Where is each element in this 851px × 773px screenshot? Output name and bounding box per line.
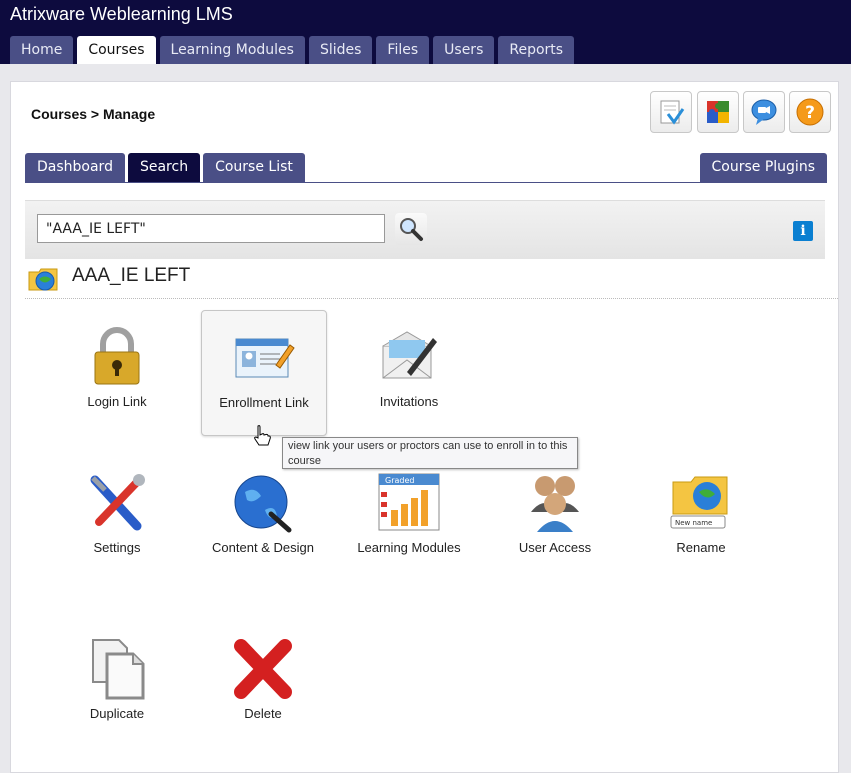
duplicate-action[interactable]: Duplicate: [55, 622, 179, 746]
settings-action[interactable]: Settings: [55, 456, 179, 580]
enrollment-tooltip: view link your users or proctors can use…: [282, 437, 578, 469]
enrollment-link-action[interactable]: Enrollment Link: [201, 310, 327, 436]
graded-label: Graded: [385, 476, 414, 485]
lock-icon: [94, 327, 140, 385]
delete-action[interactable]: Delete: [201, 622, 325, 746]
chat-button[interactable]: [743, 91, 785, 133]
info-button[interactable]: i: [793, 221, 813, 241]
tab-reports[interactable]: Reports: [498, 36, 575, 64]
puzzle-icon: [707, 101, 729, 123]
action-label: Enrollment Link: [219, 395, 309, 410]
learning-modules-action[interactable]: Graded Learning Modules: [347, 456, 471, 580]
magnifier-icon: [400, 218, 423, 241]
tab-users[interactable]: Users: [433, 36, 495, 64]
tab-files[interactable]: Files: [376, 36, 430, 64]
tab-courses[interactable]: Courses: [77, 36, 156, 64]
action-label: Duplicate: [89, 706, 145, 721]
breadcrumb: Courses > Manage: [31, 106, 156, 122]
login-link-action[interactable]: Login Link: [55, 310, 179, 434]
rename-folder-icon: New name: [670, 476, 728, 529]
top-bar: Atrixware Weblearning LMS Home Courses L…: [0, 0, 851, 64]
duplicate-icon: [92, 639, 145, 700]
content-design-action[interactable]: Content & Design: [201, 456, 325, 580]
course-globe-icon: [28, 268, 58, 291]
help-icon: ?: [796, 98, 824, 126]
invitations-action[interactable]: Invitations: [347, 310, 471, 434]
users-icon: [531, 476, 579, 532]
help-button[interactable]: ?: [789, 91, 831, 133]
subtab-search[interactable]: Search: [127, 153, 201, 182]
globe-brush-icon: [234, 475, 292, 533]
subtab-divider: [25, 182, 827, 183]
subtabs: Dashboard Search Course List: [25, 153, 305, 182]
delete-x-icon: [234, 639, 292, 699]
search-button[interactable]: [395, 213, 427, 245]
search-bar: i: [25, 200, 825, 259]
new-name-label: New name: [675, 519, 712, 527]
enrollment-card-icon: [235, 338, 295, 378]
plugins-button[interactable]: [697, 91, 739, 133]
tools-icon: [90, 474, 145, 531]
tab-slides[interactable]: Slides: [308, 36, 373, 64]
notepad-button[interactable]: [650, 91, 692, 133]
action-label: Learning Modules: [357, 540, 461, 555]
action-label: Delete: [244, 706, 282, 721]
content-panel: Courses > Manage ? Dashboard Search Cour…: [10, 81, 839, 773]
subtab-course-plugins[interactable]: Course Plugins: [699, 153, 827, 182]
tab-home[interactable]: Home: [10, 36, 74, 64]
action-label: Content & Design: [212, 540, 314, 555]
graded-chart-icon: Graded: [378, 473, 440, 531]
user-access-action[interactable]: User Access: [493, 456, 617, 580]
action-label: Settings: [93, 540, 141, 555]
action-label: Login Link: [87, 394, 147, 409]
svg-text:?: ?: [805, 103, 815, 123]
search-input[interactable]: [37, 214, 385, 243]
subtab-dashboard[interactable]: Dashboard: [25, 153, 125, 182]
divider: [25, 298, 838, 299]
chat-bubble-icon: [751, 99, 777, 125]
envelope-pen-icon: [382, 331, 437, 379]
rename-action[interactable]: New name Rename: [639, 456, 763, 580]
tab-learning-modules[interactable]: Learning Modules: [159, 36, 305, 64]
subtab-course-list[interactable]: Course List: [203, 153, 305, 182]
notepad-icon: [660, 100, 685, 125]
hand-cursor-icon: [254, 425, 271, 446]
course-title: AAA_IE LEFT: [72, 265, 191, 286]
action-label: Invitations: [379, 394, 439, 409]
action-label: Rename: [676, 540, 726, 555]
action-label: User Access: [518, 540, 592, 555]
app-title: Atrixware Weblearning LMS: [10, 4, 233, 24]
main-nav-tabs: Home Courses Learning Modules Slides Fil…: [10, 36, 575, 64]
